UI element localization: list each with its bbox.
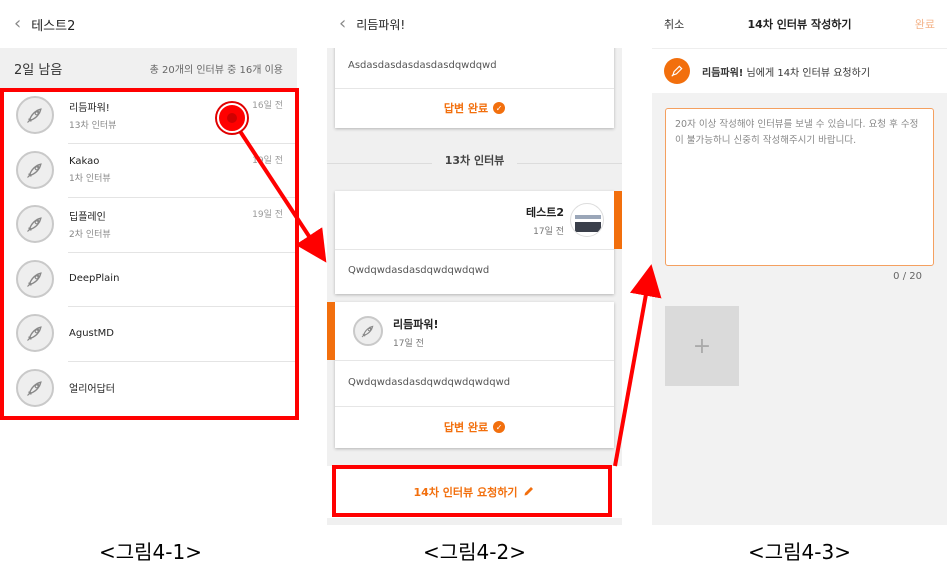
- tap-indicator-icon: [217, 103, 247, 133]
- figure-caption-3: <그림4-3>: [748, 540, 851, 564]
- figure-caption-1: <그림4-1>: [99, 540, 202, 564]
- annotation-arrows: [230, 117, 662, 467]
- arrow-to-write: [613, 264, 662, 467]
- figure-caption-2: <그림4-2>: [423, 540, 526, 564]
- arrow-to-thread: [230, 117, 327, 263]
